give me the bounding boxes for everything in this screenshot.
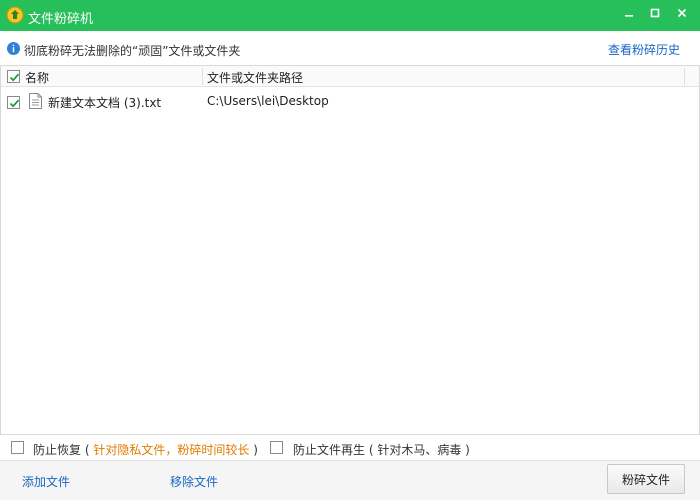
maximize-button[interactable] [641, 0, 669, 26]
info-icon [7, 42, 20, 55]
paren-close: ) [253, 443, 258, 457]
shred-files-button[interactable]: 粉碎文件 [607, 464, 685, 494]
prevent-recovery-text: 防止恢复 [33, 443, 82, 457]
table-row[interactable]: 新建文本文档 (3).txt C:\Users\lei\Desktop [1, 91, 699, 113]
column-header-path[interactable]: 文件或文件夹路径 [207, 69, 303, 86]
minimize-button[interactable] [615, 0, 643, 26]
checkmark-icon [9, 73, 20, 82]
paren-open: ( [84, 443, 90, 457]
options-bar: 防止恢复 ( 针对隐私文件，粉碎时间较长 ) 防止文件再生 ( 针对木马、病毒 … [0, 435, 700, 461]
add-file-link[interactable]: 添加文件 [22, 473, 70, 490]
prevent-regeneration-checkbox[interactable] [270, 441, 283, 454]
file-path: C:\Users\lei\Desktop [207, 94, 329, 108]
shredder-app-icon [6, 6, 24, 24]
remove-file-link[interactable]: 移除文件 [170, 473, 218, 490]
checkmark-icon [9, 99, 20, 108]
prevent-recovery-note: 针对隐私文件，粉碎时间较长 [93, 443, 250, 457]
column-divider [202, 68, 203, 85]
info-bar: 彻底粉碎无法删除的“顽固”文件或文件夹 查看粉碎历史 [0, 31, 700, 66]
window-title: 文件粉碎机 [28, 12, 94, 27]
view-history-link[interactable]: 查看粉碎历史 [608, 41, 680, 58]
maximize-icon [650, 8, 660, 18]
prevent-regeneration-text: 防止文件再生 [293, 443, 366, 457]
file-table: 名称 文件或文件夹路径 新建文本文档 (3).txt C:\Users\lei\… [0, 65, 700, 435]
close-icon [677, 8, 687, 18]
file-name: 新建文本文档 (3).txt [48, 96, 162, 110]
select-all-checkbox[interactable] [7, 70, 20, 83]
column-header-name[interactable]: 名称 [25, 69, 49, 86]
text-file-icon [29, 93, 42, 109]
prevent-regeneration-note: ( 针对木马、病毒 ) [368, 443, 470, 457]
column-divider [684, 68, 685, 85]
prevent-regeneration-label: 防止文件再生 ( 针对木马、病毒 ) [293, 441, 470, 458]
prevent-recovery-label: 防止恢复 ( 针对隐私文件，粉碎时间较长 ) [33, 441, 258, 458]
close-button[interactable] [668, 0, 696, 26]
bottom-bar: 添加文件 移除文件 粉碎文件 [0, 461, 700, 500]
minimize-icon [625, 15, 633, 17]
info-text: 彻底粉碎无法删除的“顽固”文件或文件夹 [24, 44, 241, 58]
row-checkbox[interactable] [7, 96, 20, 109]
title-bar: 文件粉碎机 [0, 0, 700, 31]
prevent-recovery-checkbox[interactable] [11, 441, 24, 454]
table-header: 名称 文件或文件夹路径 [1, 66, 699, 87]
